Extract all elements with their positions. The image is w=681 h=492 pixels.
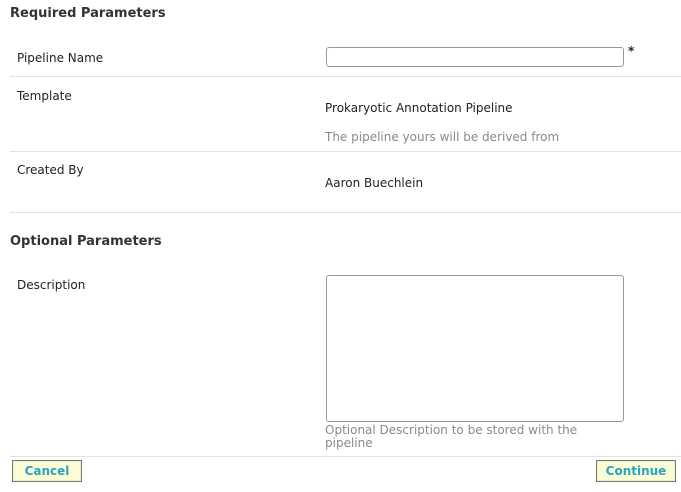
continue-button[interactable]: Continue	[596, 460, 676, 482]
required-parameters-heading: Required Parameters	[10, 6, 166, 21]
required-asterisk: *	[628, 44, 635, 58]
created-by-value: Aaron Buechlein	[325, 176, 424, 190]
optional-parameters-heading: Optional Parameters	[10, 234, 162, 249]
template-value: Prokaryotic Annotation Pipeline	[325, 101, 513, 115]
section-divider	[10, 212, 681, 213]
description-hint: Optional Description to be stored with t…	[325, 423, 578, 450]
row-divider	[10, 151, 681, 152]
created-by-label: Created By	[17, 163, 84, 177]
description-textarea[interactable]	[326, 275, 624, 422]
description-label: Description	[17, 278, 86, 292]
row-divider	[10, 76, 681, 77]
cancel-button[interactable]: Cancel	[12, 460, 82, 482]
template-label: Template	[17, 89, 72, 103]
template-hint: The pipeline yours will be derived from	[325, 130, 560, 144]
pipeline-name-input[interactable]	[326, 47, 624, 67]
footer-divider	[10, 456, 681, 457]
pipeline-name-label: Pipeline Name	[17, 51, 104, 65]
